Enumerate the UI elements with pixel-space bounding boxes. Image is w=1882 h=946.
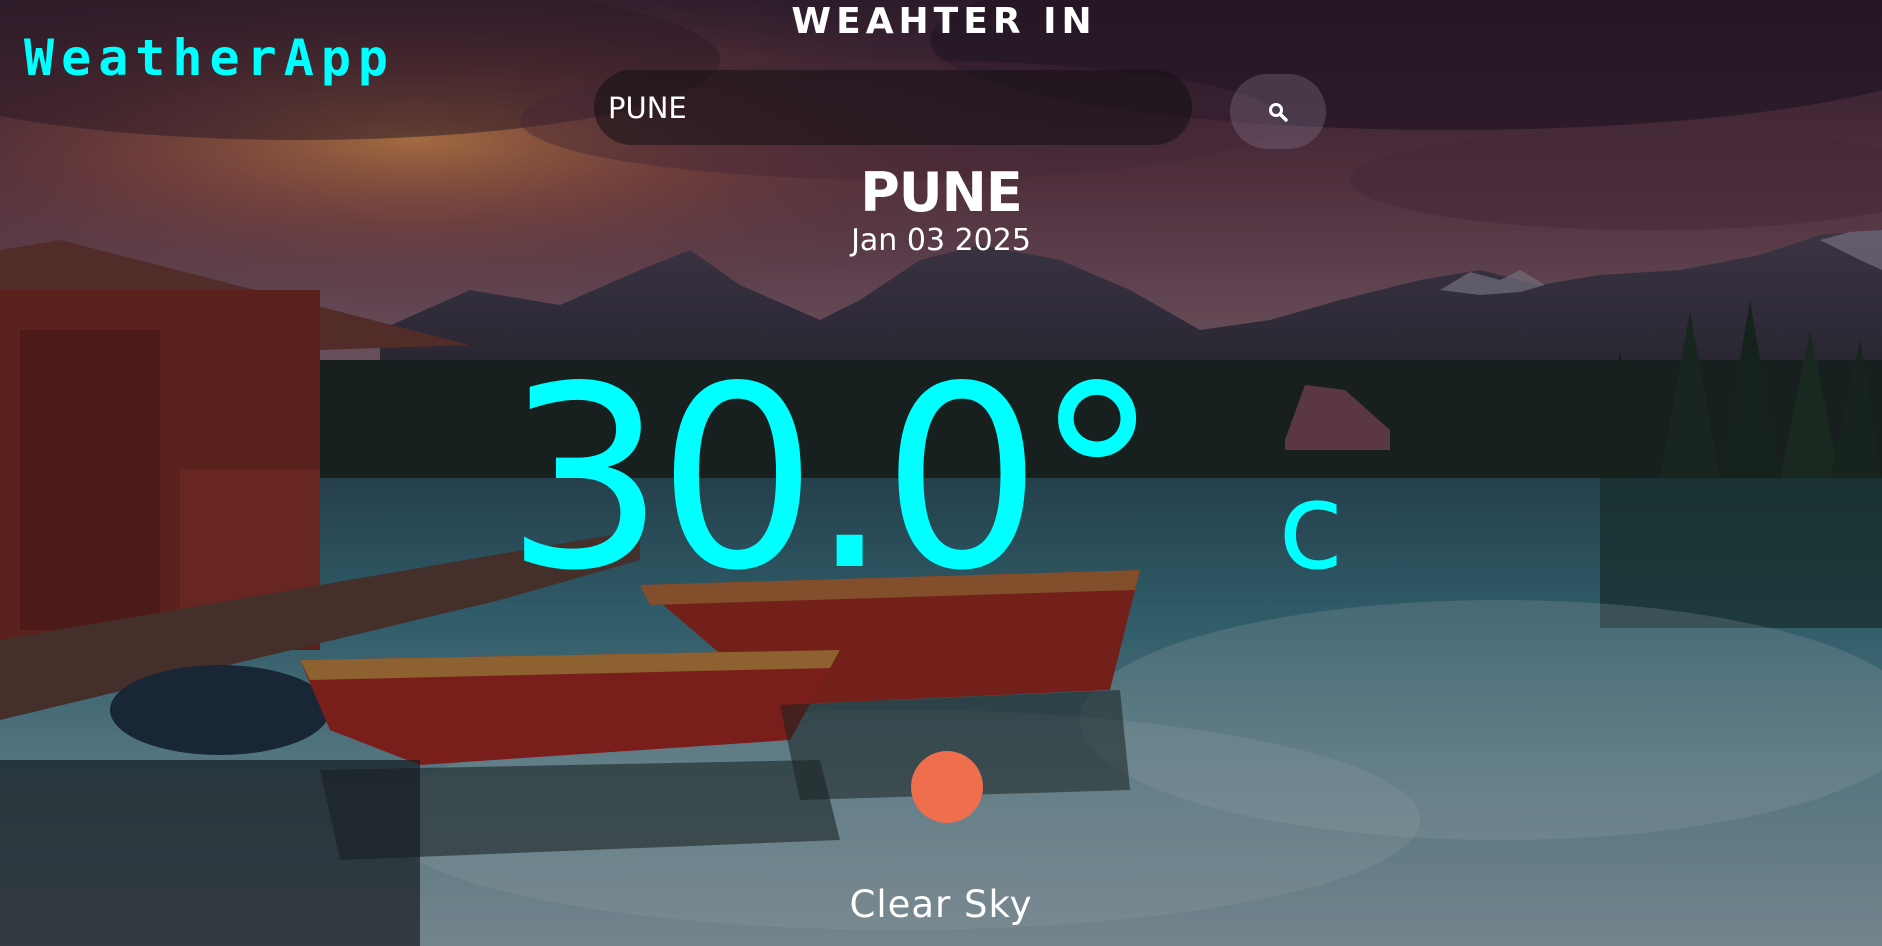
temperature-value: 30.0°: [505, 333, 1160, 626]
city-name: PUNE: [860, 161, 1023, 224]
search-input[interactable]: [594, 70, 1192, 145]
page-title: WEAHTER IN: [791, 1, 1097, 42]
current-date: Jan 03 2025: [851, 223, 1031, 258]
weather-condition: Clear Sky: [849, 883, 1033, 926]
temperature-unit: c: [1278, 458, 1344, 597]
search-icon: [1269, 102, 1288, 122]
search-button[interactable]: [1230, 74, 1326, 149]
sun-icon: [911, 751, 983, 823]
